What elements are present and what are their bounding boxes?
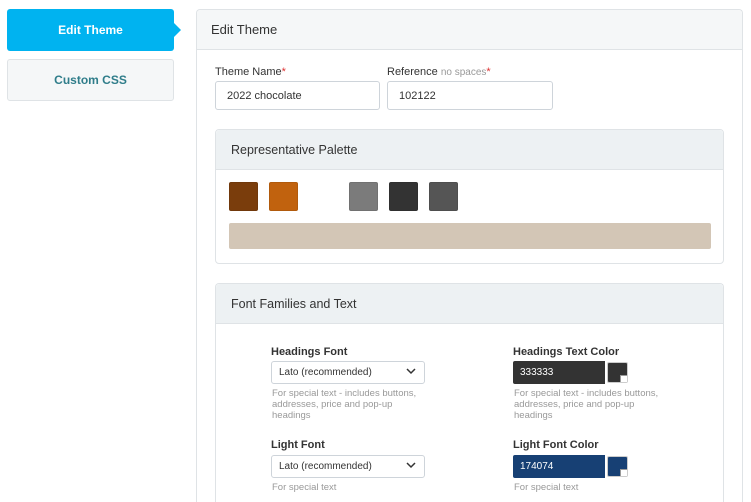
reference-label: Reference no spaces* [387,66,491,78]
headings-color-picker[interactable] [607,362,628,383]
fonts-title: Font Families and Text [231,296,357,311]
edit-theme-panel: Edit Theme Theme Name* 2022 chocolate Re… [196,9,743,502]
headings-font-help: For special text - includes buttons, add… [272,388,417,421]
headings-font-label: Headings Font [271,346,348,358]
headings-font-value: Lato (recommended) [279,367,372,378]
reference-input[interactable]: 102122 [387,81,553,110]
required-mark: * [281,66,286,78]
headings-color-value: 333333 [520,367,554,378]
palette-swatch-3 [349,182,378,211]
palette-swatch-5 [429,182,458,211]
reference-hint: no spaces [440,67,487,78]
sidebar-item-label: Edit Theme [58,23,123,37]
light-color-picker[interactable] [607,456,628,477]
reference-label-text: Reference [387,66,438,78]
chevron-down-icon [406,462,416,469]
theme-name-label-text: Theme Name [215,66,282,78]
required-mark: * [486,66,491,78]
theme-name-value: 2022 chocolate [227,89,302,102]
palette-swatch-4 [389,182,418,211]
light-font-help: For special text [272,482,337,493]
light-color-label: Light Font Color [513,439,599,451]
headings-color-input[interactable]: 333333 [513,361,605,384]
picker-corner-icon [620,469,627,476]
theme-name-input[interactable]: 2022 chocolate [215,81,380,110]
page: Edit Theme Custom CSS Edit Theme Theme N… [0,0,751,502]
light-color-input[interactable]: 174074 [513,455,605,478]
page-title: Edit Theme [211,22,278,37]
picker-corner-icon [620,375,627,382]
light-color-value: 174074 [520,461,554,472]
panel-header: Edit Theme [197,10,742,50]
light-font-value: Lato (recommended) [279,461,372,472]
palette-swatch-1 [229,182,258,211]
sidebar-item-label: Custom CSS [54,73,127,87]
palette-swatch-2 [269,182,298,211]
light-color-help: For special text [514,482,579,493]
palette-card: Representative Palette [215,129,724,264]
palette-title: Representative Palette [231,142,358,157]
headings-color-label: Headings Text Color [513,346,620,358]
theme-name-label: Theme Name* [215,66,286,78]
sidebar-item-custom-css[interactable]: Custom CSS [7,59,174,101]
chevron-down-icon [406,368,416,375]
fonts-card: Font Families and Text Headings Font Lat… [215,283,724,502]
palette-bar [229,223,711,249]
reference-value: 102122 [399,89,436,102]
palette-card-header: Representative Palette [216,130,723,170]
fonts-card-header: Font Families and Text [216,284,723,324]
light-font-label: Light Font [271,439,325,451]
headings-color-help: For special text - includes buttons, add… [514,388,659,421]
light-font-select[interactable]: Lato (recommended) [271,455,425,478]
headings-font-select[interactable]: Lato (recommended) [271,361,425,384]
sidebar-item-edit-theme[interactable]: Edit Theme [7,9,181,51]
